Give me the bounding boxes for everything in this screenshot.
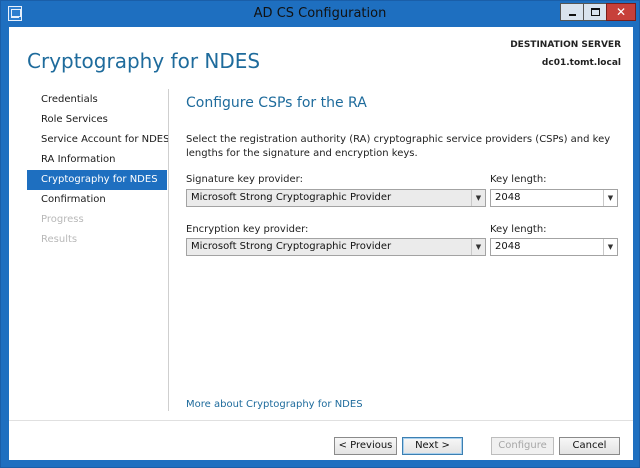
encryption-key-provider-value: Microsoft Strong Cryptographic Provider [191,241,392,252]
previous-button[interactable]: < Previous [334,437,397,455]
signature-key-length-label: Key length: [490,174,547,185]
nav-item-progress: Progress [41,214,84,225]
chevron-down-icon: ▼ [603,190,617,206]
more-about-cryptography-link[interactable]: More about Cryptography for NDES [186,399,363,410]
signature-key-provider-select[interactable]: Microsoft Strong Cryptographic Provider … [186,189,486,207]
nav-item-confirmation[interactable]: Confirmation [27,190,167,210]
minimize-icon [569,14,576,16]
encryption-key-length-select[interactable]: 2048 ▼ [490,238,618,256]
configure-button: Configure [491,437,554,455]
signature-key-provider-value: Microsoft Strong Cryptographic Provider [191,192,392,203]
wizard-navigation: Credentials Role Services Service Accoun… [27,90,169,250]
cancel-button[interactable]: Cancel [559,437,620,455]
nav-item-role-services[interactable]: Role Services [27,110,167,130]
section-heading: Configure CSPs for the RA [186,95,367,111]
encryption-key-length-label: Key length: [490,224,547,235]
ad-cs-configuration-window: AD CS Configuration ✕ Cryptography for N… [0,0,640,468]
footer-divider [9,420,633,421]
title-bar: AD CS Configuration ✕ [1,1,639,27]
nav-item-credentials[interactable]: Credentials [27,90,167,110]
maximize-button[interactable] [583,3,607,21]
nav-item-ra-information[interactable]: RA Information [27,150,167,170]
destination-server-label: DESTINATION SERVER [510,40,621,50]
page-title: Cryptography for NDES [27,49,261,73]
wizard-client-area: Cryptography for NDES DESTINATION SERVER… [9,27,633,460]
signature-key-provider-label: Signature key provider: [186,174,303,185]
encryption-key-provider-label: Encryption key provider: [186,224,309,235]
minimize-button[interactable] [560,3,584,21]
chevron-down-icon: ▼ [471,239,485,255]
close-button[interactable]: ✕ [606,3,636,21]
section-description: Select the registration authority (RA) c… [186,134,611,159]
chevron-down-icon: ▼ [471,190,485,206]
nav-divider [168,89,169,411]
close-icon: ✕ [615,5,627,19]
signature-key-length-select[interactable]: 2048 ▼ [490,189,618,207]
maximize-icon [591,8,600,16]
signature-key-length-value: 2048 [495,192,521,203]
encryption-key-provider-select[interactable]: Microsoft Strong Cryptographic Provider … [186,238,486,256]
nav-item-cryptography-for-ndes[interactable]: Cryptography for NDES [27,170,167,190]
next-button[interactable]: Next > [402,437,463,455]
nav-item-service-account-for-ndes[interactable]: Service Account for NDES [27,130,169,150]
window-title: AD CS Configuration [253,6,387,21]
destination-server-name: dc01.tomt.local [541,58,621,68]
chevron-down-icon: ▼ [603,239,617,255]
encryption-key-length-value: 2048 [495,241,521,252]
nav-item-results: Results [41,234,78,245]
